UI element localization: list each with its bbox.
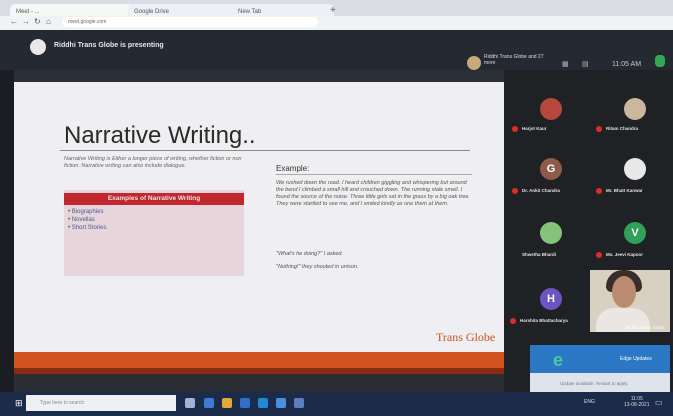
example-quote-2: "Nothing!" they shouted in unison. (276, 264, 359, 270)
task-view-icon[interactable] (185, 398, 195, 408)
home-icon[interactable]: ⌂ (46, 17, 51, 26)
windows-start-icon[interactable]: ⊞ (15, 398, 23, 409)
title-divider (60, 150, 470, 151)
mail-icon[interactable] (258, 398, 268, 408)
list-item: Novellas (68, 216, 106, 224)
example-divider (276, 174, 472, 175)
slide-footer-bar (14, 352, 504, 368)
toast-title: Edge Updates (620, 356, 652, 362)
slide-intro: Narrative Writing is Either a longer pie… (64, 156, 242, 169)
chrome-icon[interactable] (276, 398, 286, 408)
participants-panel (504, 70, 673, 392)
new-tab-button[interactable]: + (330, 5, 336, 16)
slide-top-strip (14, 70, 504, 82)
self-view-face (612, 276, 636, 308)
presenting-label: Riddhi Trans Globe is presenting (54, 42, 164, 49)
list-item: Short Stories (68, 224, 107, 232)
brand-logo: Trans Globe (436, 330, 496, 344)
edge-taskbar-icon[interactable] (204, 398, 214, 408)
example-body: We rushed down the road. I heard childre… (276, 180, 470, 207)
explorer-icon[interactable] (222, 398, 232, 408)
participant-name: Harshita Bhattacharya (520, 318, 568, 323)
reload-icon[interactable]: ↻ (34, 17, 41, 26)
example-heading: Example: (276, 164, 310, 173)
slide-title: Narrative Writing.. (64, 122, 256, 149)
taskbar-clock[interactable]: 11:05 13-08-2021 (624, 396, 650, 408)
participant-name: Ms. Jeevi Kapoor (606, 252, 644, 257)
avatar (624, 98, 646, 120)
mic-off-icon (512, 126, 518, 132)
meeting-header (0, 30, 673, 70)
grid-icon[interactable]: ▤ (582, 60, 589, 68)
mic-off-icon (596, 126, 602, 132)
avatar (624, 158, 646, 180)
list-item: Biographies (68, 208, 106, 216)
slide-bottom-strip (14, 374, 504, 392)
edge-icon: e (553, 350, 564, 370)
mic-off-icon (510, 318, 516, 324)
mic-icon[interactable] (655, 55, 665, 67)
owner-name: Riddhi Trans Globe and 27 more (484, 54, 544, 66)
taskbar-search[interactable]: Type here to search (26, 395, 176, 411)
mic-off-icon (512, 188, 518, 194)
participant-name: Mr. Bhatt Kanwar (606, 188, 643, 193)
examples-list: Biographies Novellas Short Stories (68, 208, 107, 232)
mic-off-icon (596, 252, 602, 258)
taskbar-date: 13-08-2021 (624, 402, 650, 408)
participant-name: Dr. Ankit Chandra (522, 188, 560, 193)
back-icon[interactable]: ← (10, 17, 18, 26)
app-icon[interactable] (294, 398, 304, 408)
avatar: V (624, 222, 646, 244)
layout-icon[interactable]: ▦ (562, 60, 569, 68)
participant-name: Shwetha Bhardi (522, 252, 557, 257)
avatar: G (540, 158, 562, 180)
system-tray[interactable]: ENG (584, 399, 595, 405)
forward-icon[interactable]: → (22, 17, 30, 26)
store-icon[interactable] (240, 398, 250, 408)
screen: Meet - ... Google Drive New Tab + ← → ↻ … (0, 0, 673, 416)
owner-avatar (467, 56, 481, 70)
examples-heading: Examples of Narrative Writing (64, 193, 244, 205)
mic-off-icon (596, 188, 602, 194)
meeting-clock: 11:05 AM (612, 61, 642, 68)
notification-icon[interactable]: ▭ (655, 398, 663, 407)
avatar: H (540, 288, 562, 310)
example-quote-1: "What's he doing?" I asked. (276, 251, 344, 257)
self-view-name: Riddhi Trans Globe (626, 325, 665, 330)
avatar (540, 222, 562, 244)
url-field[interactable]: meet.google.com (62, 17, 318, 27)
avatar (540, 98, 562, 120)
presenter-avatar (30, 39, 46, 55)
participant-name: Ritam Chandra (606, 126, 639, 131)
toast-text: Update available. Restart to apply. (560, 381, 629, 386)
participant-name: Harjot Kaur (522, 126, 547, 131)
